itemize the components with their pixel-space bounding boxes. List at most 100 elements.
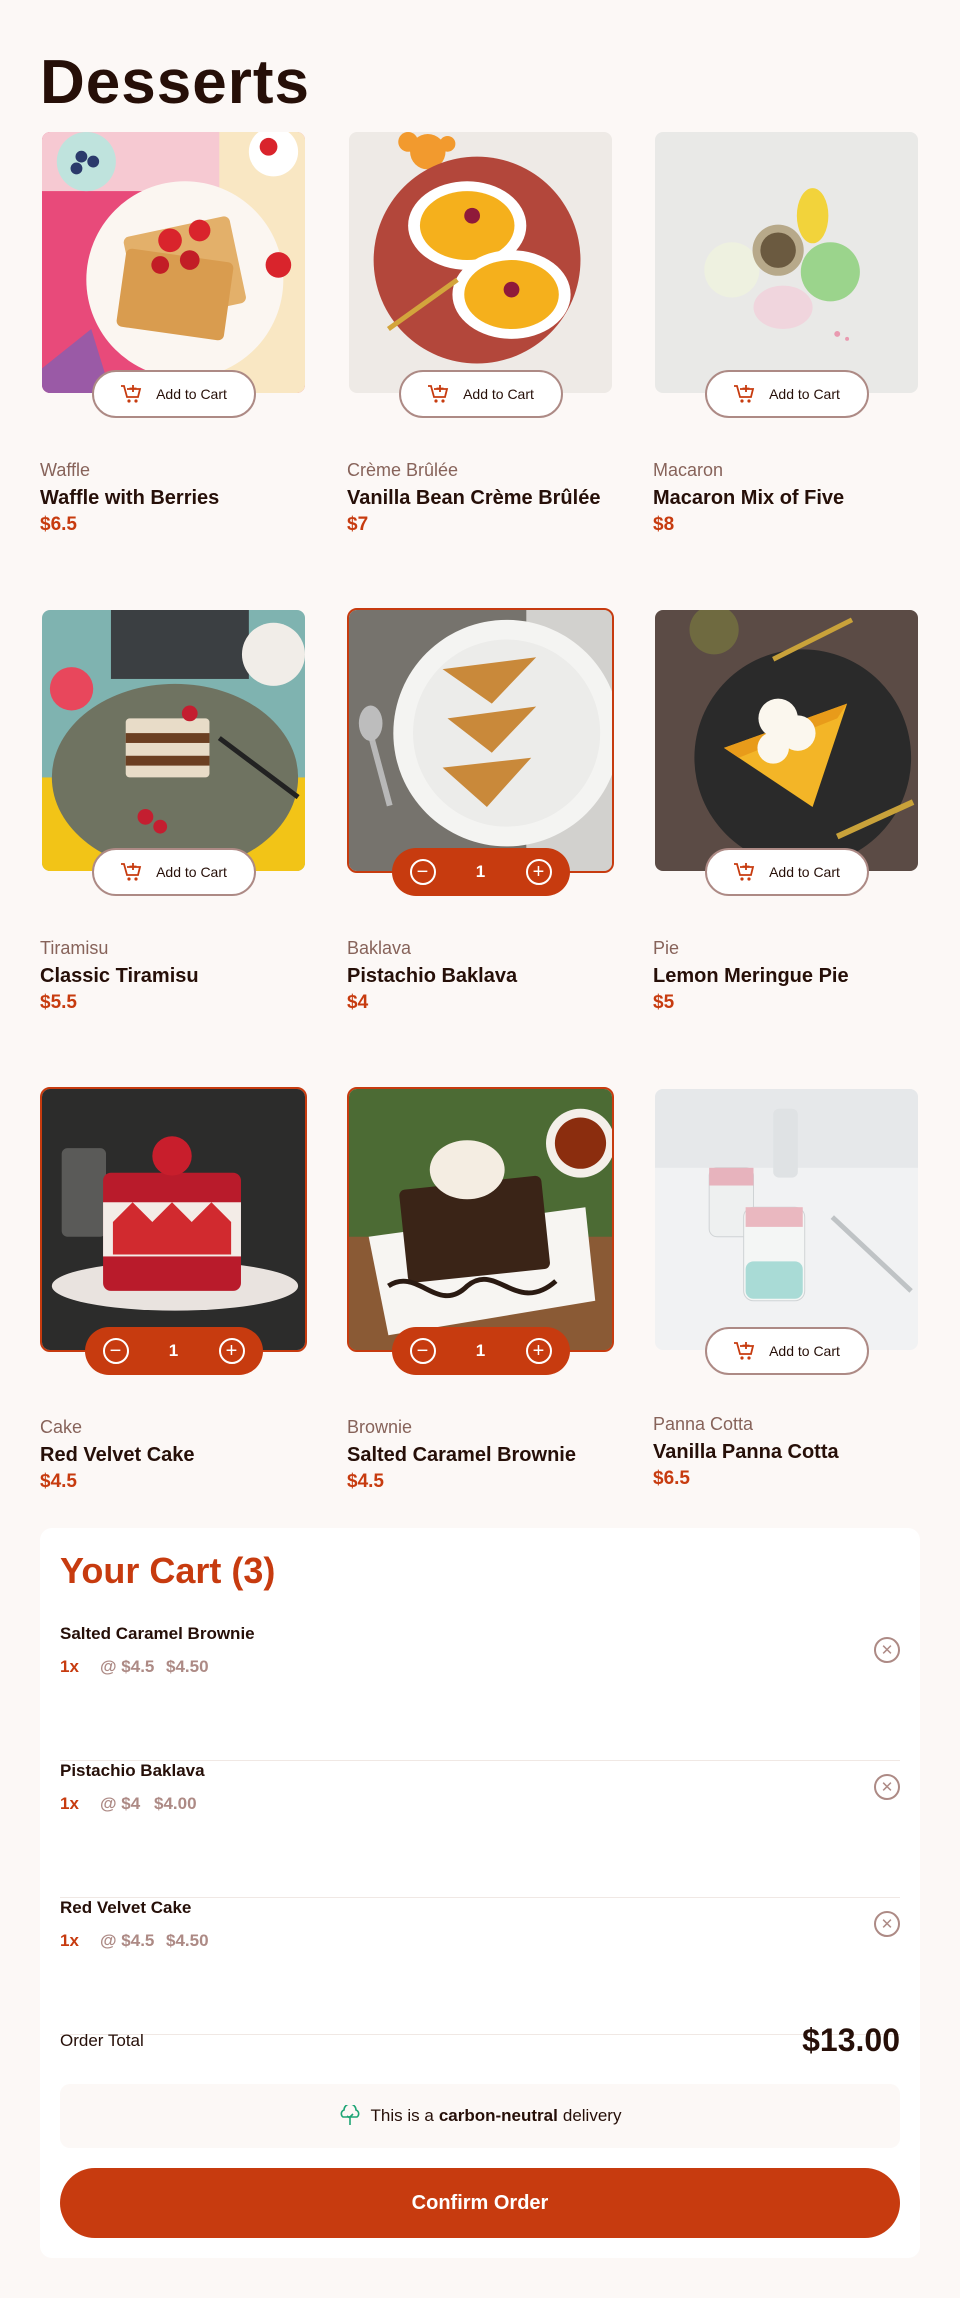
add-to-cart-button[interactable]: Add to Cart: [704, 370, 869, 418]
add-cart-icon: [734, 863, 755, 881]
product-name: Waffle with Berries: [40, 487, 220, 509]
order-total-row: Order Total $13.00: [60, 2022, 900, 2059]
product-price: $4.5: [347, 1471, 384, 1492]
product-price: $7: [347, 514, 369, 535]
pie-image: [653, 608, 920, 873]
product-name: Lemon Meringue Pie: [653, 965, 849, 987]
order-total-value: $13.00: [802, 2022, 900, 2058]
cart-item-total: $4.50: [166, 1931, 209, 1950]
cart-item-quantity: 1x: [60, 1657, 79, 1676]
cart-item-unit-price: @ $4: [100, 1794, 141, 1813]
cart-panel: Your Cart (3) Salted Caramel Brownie 1x …: [40, 1528, 920, 2258]
cart-item-quantity: 1x: [60, 1794, 79, 1813]
product-price: $8: [653, 514, 675, 535]
cart-item-unit-price: @ $4.5: [100, 1657, 155, 1676]
increment-button[interactable]: +: [218, 1338, 245, 1364]
product-price: $4.5: [40, 1471, 77, 1492]
creme-brulee-image: [347, 130, 614, 395]
product-category: Cake: [40, 1417, 83, 1437]
product-category: Brownie: [347, 1417, 413, 1437]
product-name: Classic Tiramisu: [40, 965, 199, 987]
add-to-cart-button[interactable]: Add to Cart: [704, 848, 869, 896]
tree-icon: [340, 2105, 359, 2125]
panna-cotta-image: [653, 1087, 920, 1352]
product-card-pie: Add to Cart Pie Lemon Meringue Pie $5: [653, 608, 920, 1013]
add-to-cart-label: Add to Cart: [463, 386, 534, 402]
add-to-cart-button[interactable]: Add to Cart: [398, 370, 563, 418]
add-cart-icon: [734, 385, 755, 403]
product-category: Panna Cotta: [653, 1414, 754, 1434]
carbon-text-suffix: delivery: [562, 2106, 622, 2125]
product-price: $6.5: [40, 514, 77, 535]
product-card-creme-brulee: Add to Cart Crème Brûlée Vanilla Bean Cr…: [347, 130, 614, 535]
product-category: Pie: [653, 938, 680, 958]
confirm-order-button[interactable]: Confirm Order: [60, 2168, 900, 2238]
remove-item-icon[interactable]: ✕: [874, 1637, 900, 1663]
remove-item-icon[interactable]: ✕: [874, 1774, 900, 1800]
product-category: Crème Brûlée: [347, 460, 459, 480]
add-to-cart-button[interactable]: Add to Cart: [91, 370, 256, 418]
quantity-value: 1: [475, 862, 486, 881]
quantity-stepper: − 1 +: [391, 848, 570, 896]
brownie-image: [347, 1087, 614, 1352]
add-to-cart-button[interactable]: Add to Cart: [91, 848, 256, 896]
product-name: Red Velvet Cake: [40, 1444, 195, 1466]
product-card-cake: − 1 + Cake Red Velvet Cake $4.5: [40, 1087, 307, 1492]
cart-item-quantity: 1x: [60, 1931, 79, 1950]
quantity-stepper: − 1 +: [84, 1327, 263, 1375]
quantity-value: 1: [168, 1341, 179, 1360]
cart-item-total: $4.50: [166, 1657, 209, 1676]
product-category: Waffle: [40, 460, 91, 480]
waffle-image: [40, 130, 307, 395]
add-to-cart-button[interactable]: Add to Cart: [704, 1327, 869, 1375]
product-name: Macaron Mix of Five: [653, 487, 845, 509]
cart-item: Salted Caramel Brownie 1x @ $4.5 $4.50 ✕: [60, 1624, 900, 1761]
product-category: Baklava: [347, 938, 412, 958]
macaron-image: [653, 130, 920, 395]
remove-item-icon[interactable]: ✕: [874, 1911, 900, 1937]
baklava-image: [347, 608, 614, 873]
decrement-button[interactable]: −: [102, 1338, 129, 1364]
product-name: Vanilla Panna Cotta: [653, 1441, 839, 1463]
quantity-value: 1: [475, 1341, 486, 1360]
cart-item: Pistachio Baklava 1x @ $4 $4.00 ✕: [60, 1761, 900, 1898]
product-card-baklava: − 1 + Baklava Pistachio Baklava $4: [347, 608, 614, 1013]
cart-item: Red Velvet Cake 1x @ $4.5 $4.50 ✕: [60, 1898, 900, 2035]
carbon-text-bold: carbon-neutral: [438, 2106, 558, 2125]
product-price: $4: [347, 992, 369, 1013]
add-to-cart-label: Add to Cart: [769, 386, 840, 402]
cart-item-name: Red Velvet Cake: [60, 1898, 192, 1917]
page-title: Desserts: [40, 48, 310, 117]
add-cart-icon: [734, 1342, 755, 1360]
increment-button[interactable]: +: [525, 859, 552, 885]
product-category: Tiramisu: [40, 938, 109, 958]
add-to-cart-label: Add to Cart: [156, 386, 227, 402]
cart-item-name: Salted Caramel Brownie: [60, 1624, 255, 1643]
quantity-stepper: − 1 +: [391, 1327, 570, 1375]
product-name: Vanilla Bean Crème Brûlée: [347, 487, 601, 509]
cart-title: Your Cart (3): [60, 1550, 276, 1591]
product-card-panna-cotta: Add to Cart Panna Cotta Vanilla Panna Co…: [653, 1087, 920, 1489]
increment-button[interactable]: +: [525, 1338, 552, 1364]
decrement-button[interactable]: −: [409, 1338, 436, 1364]
add-to-cart-label: Add to Cart: [156, 864, 227, 880]
product-name: Salted Caramel Brownie: [347, 1444, 576, 1466]
product-card-macaron: Add to Cart Macaron Macaron Mix of Five …: [653, 130, 920, 535]
cart-item-unit-price: @ $4.5: [100, 1931, 155, 1950]
add-cart-icon: [428, 385, 449, 403]
add-to-cart-label: Add to Cart: [769, 1343, 840, 1359]
product-price: $5: [653, 992, 675, 1013]
product-card-tiramisu: Add to Cart Tiramisu Classic Tiramisu $5…: [40, 608, 307, 1013]
decrement-button[interactable]: −: [409, 859, 436, 885]
cake-image: [40, 1087, 307, 1352]
product-name: Pistachio Baklava: [347, 965, 518, 987]
cart-item-name: Pistachio Baklava: [60, 1761, 205, 1780]
carbon-neutral-notice: This is a carbon-neutral delivery: [60, 2084, 900, 2148]
cart-item-total: $4.00: [154, 1794, 197, 1813]
order-total-label: Order Total: [60, 2030, 144, 2050]
product-price: $6.5: [653, 1468, 690, 1489]
product-category: Macaron: [653, 460, 724, 480]
product-price: $5.5: [40, 992, 77, 1013]
product-card-waffle: Add to Cart Waffle Waffle with Berries $…: [40, 130, 307, 535]
tiramisu-image: [40, 608, 307, 873]
